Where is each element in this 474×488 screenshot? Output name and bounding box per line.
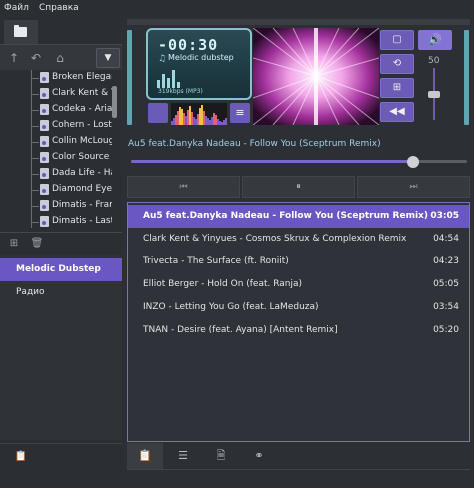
trash-icon[interactable]: 🗑 bbox=[28, 235, 46, 253]
clipboard-tab-icon[interactable]: 📋 bbox=[127, 443, 163, 469]
track-row[interactable]: INZO - Letting You Go (feat. LaMeduza) 03… bbox=[128, 296, 469, 319]
left-level-bar bbox=[127, 30, 132, 125]
audio-file-icon bbox=[40, 88, 49, 99]
menu-help[interactable]: Справка bbox=[39, 3, 79, 13]
spectrum-bar bbox=[225, 118, 227, 125]
album-art bbox=[253, 28, 379, 125]
file-toolbar: ↑ ↶ ⌂ ▼ bbox=[0, 44, 122, 70]
remaining-time: -00:30 bbox=[158, 36, 219, 54]
track-table: Au5 feat.Danyka Nadeau - Follow You (Sce… bbox=[127, 202, 470, 442]
rewind-icon[interactable]: ◀◀ bbox=[380, 102, 414, 122]
tree-item[interactable]: Cohern - Lost bbox=[0, 118, 120, 134]
volume-icon[interactable]: 🔊 bbox=[418, 30, 452, 50]
left-footer: 📋 bbox=[0, 443, 122, 488]
spectrum-analyzer bbox=[171, 103, 227, 125]
document-icon[interactable]: 🗎 bbox=[203, 443, 239, 469]
playlist-item-melodic-dubstep[interactable]: Melodic Dubstep bbox=[0, 258, 122, 281]
audio-file-icon bbox=[40, 184, 49, 195]
audio-file-icon bbox=[40, 136, 49, 147]
menu-icon[interactable]: ≡ bbox=[230, 103, 250, 123]
track-row[interactable]: Elliot Berger - Hold On (feat. Ranja) 05:… bbox=[128, 273, 469, 296]
tree-item[interactable]: Color Source bbox=[0, 150, 120, 166]
track-row[interactable]: Trivecta - The Surface (ft. Roniit) 04:23 bbox=[128, 250, 469, 273]
previous-button[interactable]: ⏮ bbox=[127, 176, 240, 198]
tree-item[interactable]: Codeka - Ariadne bbox=[0, 102, 120, 118]
link-icon[interactable]: ⚭ bbox=[241, 443, 277, 469]
chevron-down-icon[interactable]: ▼ bbox=[96, 48, 120, 68]
now-playing-title: Au5 feat.Danyka Nadeau - Follow You (Sce… bbox=[128, 139, 381, 149]
transport-controls: ⏮ ⏸ ⏭ bbox=[127, 176, 470, 198]
playlist-item-radio[interactable]: Радио bbox=[0, 281, 122, 304]
home-icon[interactable]: ⌂ bbox=[51, 49, 69, 67]
track-row[interactable]: Clark Kent & Yinyues - Cosmos Skrux & Co… bbox=[128, 228, 469, 251]
seek-bar-fill bbox=[131, 160, 413, 163]
undo-icon[interactable]: ↶ bbox=[27, 49, 45, 67]
pause-button[interactable]: ⏸ bbox=[242, 176, 355, 198]
menubar: Файл Справка bbox=[0, 0, 474, 17]
cover-icon[interactable] bbox=[148, 103, 168, 123]
audio-file-icon bbox=[40, 152, 49, 163]
align-icon[interactable]: ☰ bbox=[165, 443, 201, 469]
audio-file-icon bbox=[40, 120, 49, 131]
tree-item[interactable]: Collin McLoughlin bbox=[0, 134, 120, 150]
tree-item[interactable]: Dimatis - Last bbox=[0, 214, 120, 228]
right-level-bar bbox=[464, 30, 469, 125]
folder-icon bbox=[14, 25, 27, 37]
tree-item[interactable]: Broken Elegance bbox=[0, 70, 120, 86]
track-row[interactable]: Au5 feat.Danyka Nadeau - Follow You (Sce… bbox=[128, 205, 469, 228]
repeat-icon[interactable]: ⟲ bbox=[380, 54, 414, 74]
stop-after-icon[interactable]: ▢ bbox=[380, 30, 414, 50]
file-tree: Broken Elegance Clark Kent & Yinyues Cod… bbox=[0, 70, 120, 228]
seek-bar-handle[interactable] bbox=[407, 156, 419, 168]
music-note-icon: ♫ bbox=[158, 54, 167, 64]
add-queue-icon[interactable]: ⊞ bbox=[380, 78, 414, 98]
audio-file-icon bbox=[40, 168, 49, 179]
arrow-up-icon[interactable]: ↑ bbox=[5, 49, 23, 67]
volume-slider-handle[interactable] bbox=[428, 91, 440, 98]
tree-item[interactable]: Clark Kent & Yinyues bbox=[0, 86, 120, 102]
tab-divider bbox=[127, 469, 470, 470]
tree-item[interactable]: Dimatis - Frames bbox=[0, 198, 120, 214]
lcd-level-bars bbox=[157, 66, 217, 88]
volume-value: 50 bbox=[428, 56, 440, 66]
panel-header bbox=[127, 19, 470, 25]
add-playlist-icon[interactable]: ⊞ bbox=[5, 235, 23, 253]
tree-item[interactable]: Dada Life - Happy bbox=[0, 166, 120, 182]
clipboard-icon[interactable]: 📋 bbox=[12, 448, 30, 466]
track-row[interactable]: TNAN - Desire (feat. Ayana) [Antent Remi… bbox=[128, 319, 469, 342]
next-button[interactable]: ⏭ bbox=[357, 176, 470, 198]
playlist-toolbar: ⊞ 🗑 bbox=[0, 232, 122, 254]
tree-scrollbar[interactable] bbox=[112, 86, 117, 118]
menu-file[interactable]: Файл bbox=[4, 3, 29, 13]
lcd-display: -00:30 ♫ Melodic dubstep 319kbps (MP3) bbox=[146, 28, 252, 100]
bitrate-label: 319kbps (MP3) bbox=[158, 88, 203, 95]
bottom-tabs: 📋 ☰ 🗎 ⚭ bbox=[127, 443, 470, 469]
lcd-title: Melodic dubstep bbox=[168, 53, 234, 62]
tree-item[interactable]: Diamond Eyes bbox=[0, 182, 120, 198]
audio-file-icon bbox=[40, 216, 49, 227]
audio-file-icon bbox=[40, 72, 49, 83]
audio-file-icon bbox=[40, 104, 49, 115]
audio-file-icon bbox=[40, 200, 49, 211]
playlist-list: Melodic Dubstep Радио bbox=[0, 255, 122, 440]
